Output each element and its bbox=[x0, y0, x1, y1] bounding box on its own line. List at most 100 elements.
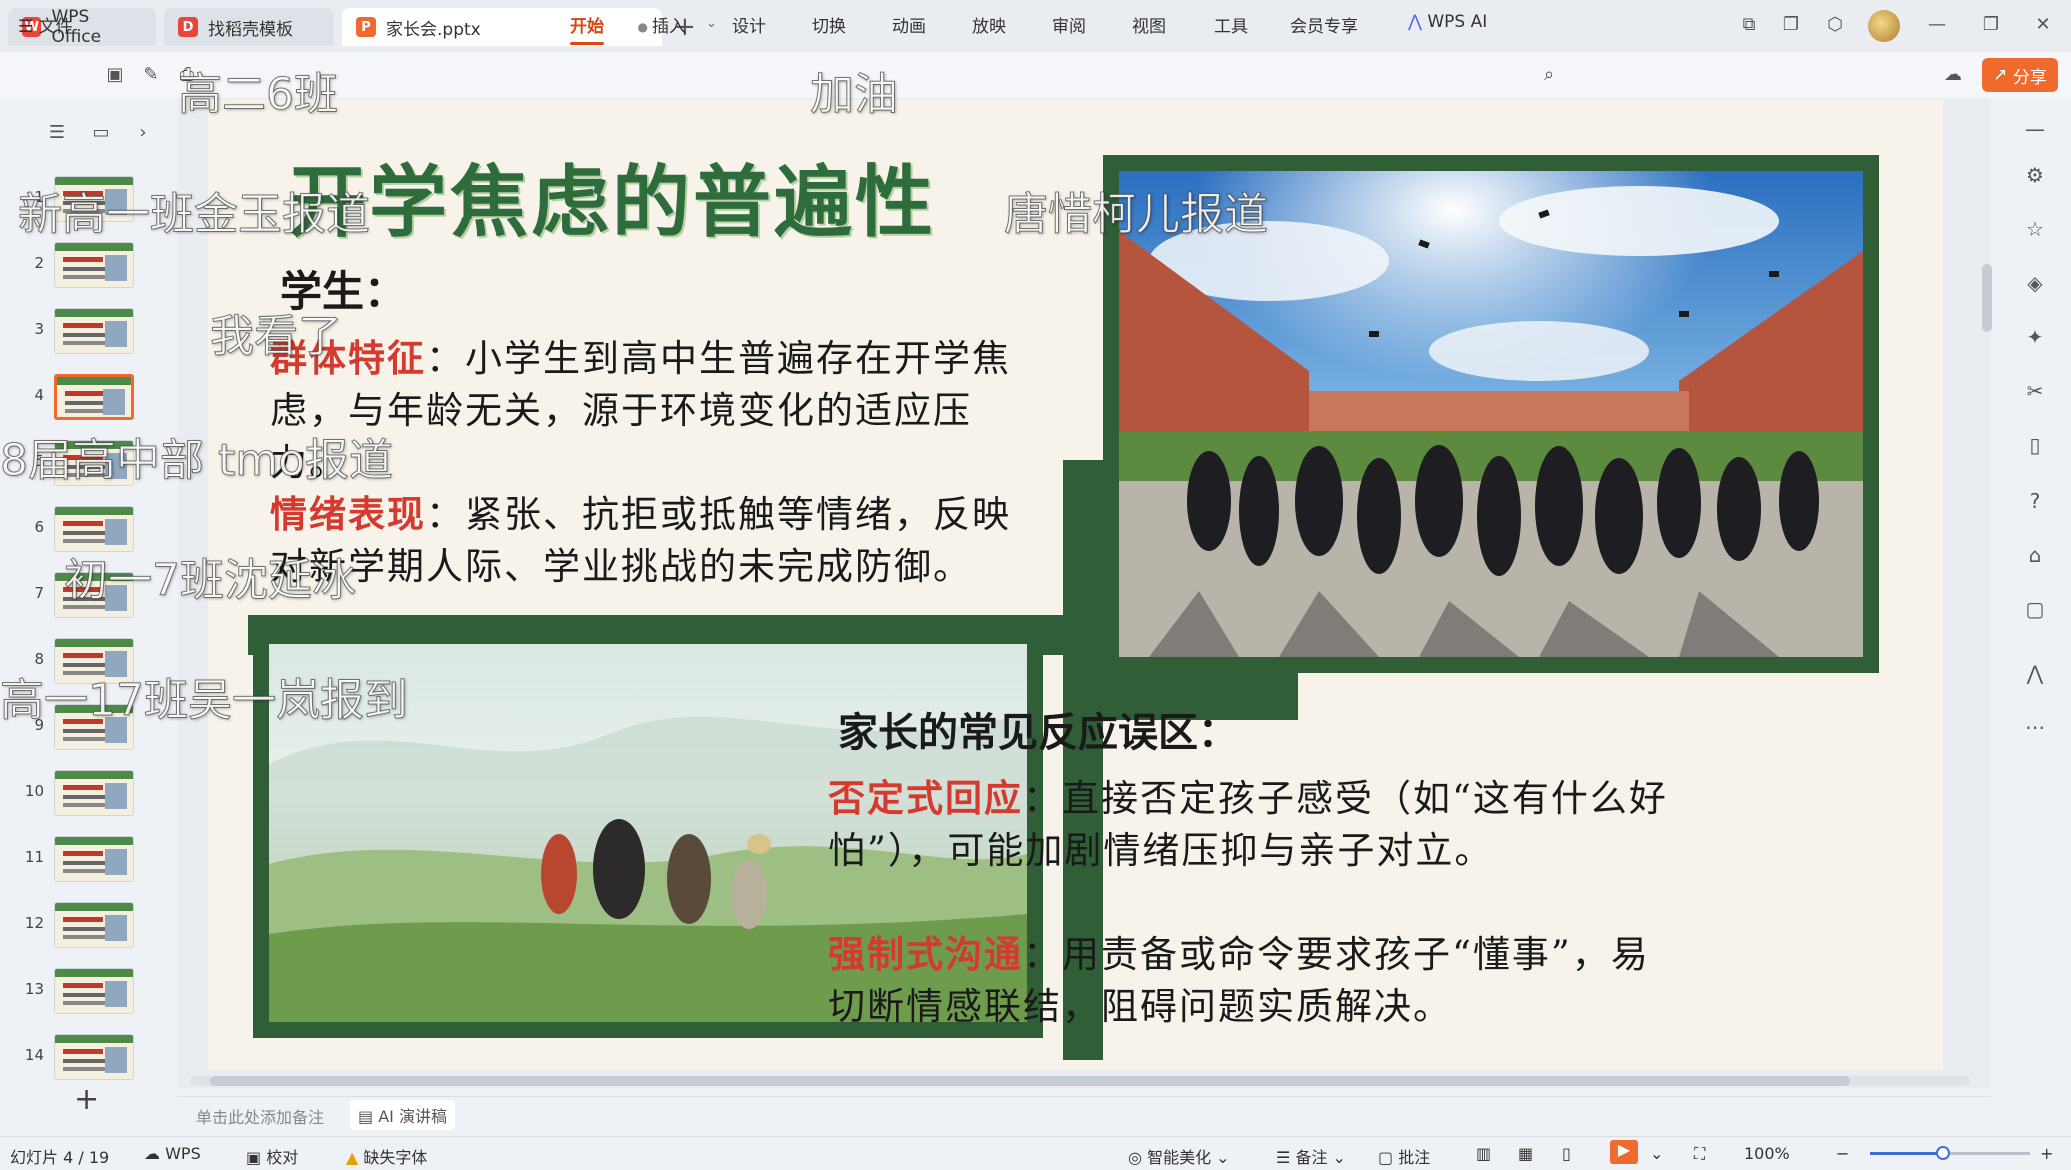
share-button[interactable]: ↗ 分享 bbox=[1982, 58, 2058, 92]
adjust-icon[interactable]: ⚙ bbox=[2022, 162, 2048, 188]
proof-button[interactable]: ▣ 校对 bbox=[246, 1144, 298, 1168]
normal-view-icon[interactable]: ▥ bbox=[1476, 1144, 1491, 1163]
wps-status-icon: ☁ bbox=[144, 1144, 160, 1163]
notes-toggle[interactable]: ☰ 备注 ⌄ bbox=[1276, 1144, 1346, 1168]
ai-speech-label: AI 演讲稿 bbox=[378, 1107, 447, 1126]
slide-view-icon[interactable]: ▭ bbox=[90, 122, 112, 144]
notes-placeholder[interactable]: 单击此处添加备注 bbox=[196, 1104, 324, 1128]
graduation-photo-art bbox=[1119, 171, 1863, 657]
tab-slideshow[interactable]: 放映 bbox=[972, 12, 1006, 37]
minimize-icon[interactable]: — bbox=[1926, 14, 1948, 36]
parent-item-1[interactable]: 否定式回应：直接否定孩子感受（如“这有什么好怕”），可能加剧情绪压抑与亲子对立。 bbox=[828, 772, 1688, 877]
slide-thumbnail[interactable]: 11 bbox=[0, 836, 170, 886]
cube-icon[interactable]: ⬡ bbox=[1824, 14, 1846, 36]
screenshot-icon[interactable]: ⧉ bbox=[1738, 14, 1760, 36]
beautify-icon: ◎ bbox=[1128, 1148, 1142, 1167]
file-menu[interactable]: ☰ 文件 bbox=[18, 12, 73, 37]
slide-thumbnail-image bbox=[54, 242, 134, 288]
add-slide-button[interactable]: + bbox=[74, 1082, 99, 1117]
gift-icon[interactable]: ⌂ bbox=[2022, 542, 2048, 568]
ai-speech-button[interactable]: ▤ AI 演讲稿 bbox=[350, 1100, 455, 1130]
tab-tools[interactable]: 工具 bbox=[1214, 12, 1248, 37]
student-item-2-label: 情绪表现 bbox=[270, 492, 426, 536]
missing-font-label: 缺失字体 bbox=[363, 1148, 428, 1167]
zoom-in-icon[interactable]: + bbox=[2040, 1144, 2053, 1163]
fit-screen-icon[interactable]: ⛶ bbox=[1694, 1144, 1705, 1164]
slide-title[interactable]: 开学焦虑的普遍性 bbox=[288, 140, 936, 252]
tab-design[interactable]: 设计 bbox=[732, 12, 766, 37]
slide-thumbnail[interactable]: 14 bbox=[0, 1034, 170, 1084]
tab-member[interactable]: 会员专享 bbox=[1290, 12, 1358, 37]
tab-review[interactable]: 审阅 bbox=[1052, 12, 1086, 37]
help-icon[interactable]: ? bbox=[2022, 488, 2048, 514]
wps-status[interactable]: ☁ WPS bbox=[144, 1144, 201, 1163]
tab-transitions[interactable]: 切换 bbox=[812, 12, 846, 37]
book-icon[interactable]: ▯ bbox=[2022, 432, 2048, 458]
tab-animation[interactable]: 动画 bbox=[892, 12, 926, 37]
tab-wps-ai[interactable]: ⋀ WPS AI bbox=[1408, 12, 1487, 32]
avatar[interactable] bbox=[1868, 10, 1900, 42]
slide[interactable]: 开学焦虑的普遍性 学生： 群体特征：小学生到高中生普遍存在开学焦虑，与年龄无关，… bbox=[208, 100, 1943, 1070]
parent-heading[interactable]: 家长的常见反应误区： bbox=[838, 700, 1238, 758]
slide-number: 12 bbox=[24, 914, 44, 932]
tools-icon[interactable]: ✂ bbox=[2022, 378, 2048, 404]
shapes-icon[interactable]: ◈ bbox=[2022, 270, 2048, 296]
horizontal-scrollbar[interactable] bbox=[210, 1076, 1850, 1086]
tab-home[interactable]: 开始 bbox=[570, 12, 604, 45]
comment-label: 批注 bbox=[1398, 1148, 1431, 1167]
chevron-down-icon[interactable]: ⌄ bbox=[706, 16, 717, 31]
zoom-out-icon[interactable]: − bbox=[1836, 1144, 1849, 1163]
slide-thumbnail[interactable]: 4 bbox=[0, 374, 170, 424]
slide-thumbnail[interactable]: 10 bbox=[0, 770, 170, 820]
slide-thumbnail-image bbox=[54, 374, 134, 420]
tab-docer-templates[interactable]: D 找稻壳模板 bbox=[164, 8, 334, 46]
slide-thumbnail[interactable]: 13 bbox=[0, 968, 170, 1018]
wps-ai-label: WPS AI bbox=[1427, 12, 1488, 32]
slide-thumbnail[interactable]: 12 bbox=[0, 902, 170, 952]
danmaku-comment: 初一7班沈延冰 bbox=[64, 555, 357, 607]
close-icon[interactable]: ✕ bbox=[2032, 14, 2054, 36]
beautify-button[interactable]: ◎ 智能美化 ⌄ bbox=[1128, 1144, 1230, 1168]
zoom-level[interactable]: 100% bbox=[1744, 1144, 1790, 1163]
ai-icon[interactable]: ⋀ bbox=[2022, 660, 2048, 686]
tab-document[interactable]: P 家长会.pptx ● bbox=[342, 8, 662, 46]
slide-thumbnail[interactable]: 3 bbox=[0, 308, 170, 358]
vertical-scrollbar[interactable] bbox=[1982, 264, 1992, 332]
cloud-icon[interactable]: ☁ bbox=[1942, 64, 1964, 86]
danmaku-comment: 高一17班吴一岚报到 bbox=[0, 675, 409, 727]
wps-status-label: WPS bbox=[165, 1144, 201, 1163]
animation-icon[interactable]: ✦ bbox=[2022, 324, 2048, 350]
save-icon[interactable]: ▣ bbox=[104, 64, 126, 86]
missing-font-button[interactable]: ▲ 缺失字体 bbox=[346, 1144, 427, 1168]
zoom-slider-handle[interactable] bbox=[1936, 1146, 1950, 1160]
reading-view-icon[interactable]: ▯ bbox=[1562, 1144, 1571, 1163]
tab-dot-icon[interactable]: ● bbox=[638, 20, 648, 34]
share-icon: ↗ bbox=[1993, 65, 2008, 85]
ppt-file-icon: P bbox=[356, 17, 376, 37]
slide-number: 7 bbox=[34, 584, 44, 602]
tab-label: 找稻壳模板 bbox=[208, 19, 293, 40]
format-painter-icon[interactable]: ✎ bbox=[140, 64, 162, 86]
parent-item-2[interactable]: 强制式沟通：用责备或命令要求孩子“懂事”，易切断情感联结，阻碍问题实质解决。 bbox=[828, 928, 1688, 1033]
play-dropdown-icon[interactable]: ⌄ bbox=[1650, 1144, 1663, 1163]
slide-number: 3 bbox=[34, 320, 44, 338]
star-icon[interactable]: ☆ bbox=[2022, 216, 2048, 242]
outline-view-icon[interactable]: ☰ bbox=[46, 122, 68, 144]
search-icon[interactable]: ⌕ bbox=[1538, 64, 1560, 86]
notes-icon: ☰ bbox=[1276, 1148, 1291, 1167]
comment-toggle[interactable]: ▢ 批注 bbox=[1378, 1144, 1430, 1168]
tab-view[interactable]: 视图 bbox=[1132, 12, 1166, 37]
window-icon[interactable]: ❐ bbox=[1780, 14, 1802, 36]
tab-insert[interactable]: 插入 bbox=[652, 12, 686, 37]
collapse-panel-icon[interactable]: › bbox=[132, 122, 154, 144]
play-icon[interactable]: ▶ bbox=[1610, 1140, 1638, 1164]
restore-icon[interactable]: ❐ bbox=[1980, 14, 2002, 36]
slide-thumbnail[interactable]: 2 bbox=[0, 242, 170, 292]
student-item-2[interactable]: 情绪表现：紧张、抗拒或抵触等情绪，反映对新学期人际、学业挑战的未完成防御。 bbox=[270, 488, 1030, 593]
comment-icon[interactable]: ▢ bbox=[2022, 596, 2048, 622]
more-icon[interactable]: ⋯ bbox=[2022, 714, 2048, 740]
comment-status-icon: ▢ bbox=[1378, 1148, 1394, 1167]
collapse-rail-icon[interactable]: — bbox=[2022, 116, 2048, 142]
sorter-view-icon[interactable]: ▦ bbox=[1518, 1144, 1533, 1163]
parent-item-2-label: 强制式沟通 bbox=[828, 932, 1023, 976]
